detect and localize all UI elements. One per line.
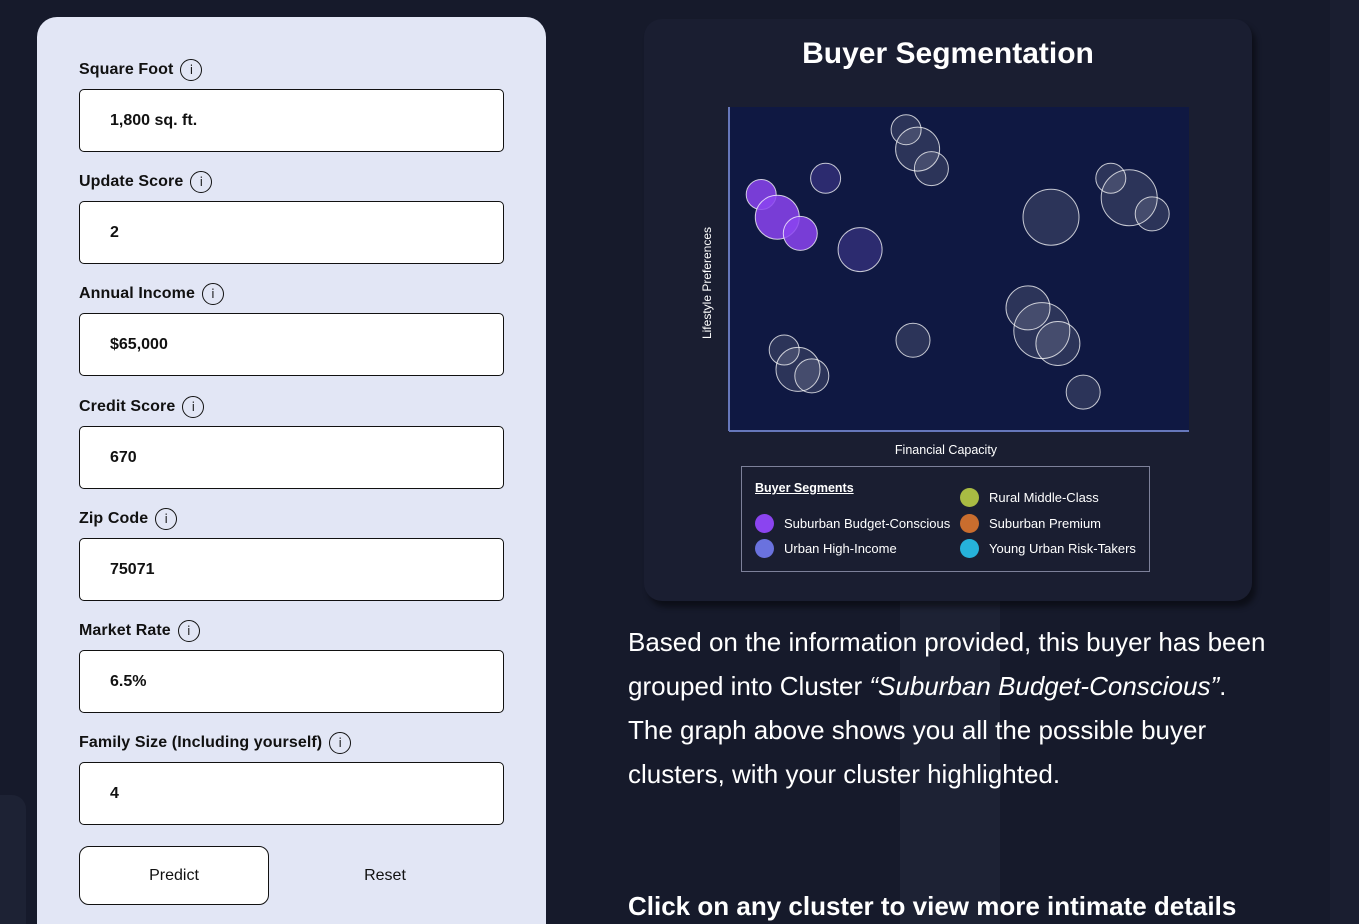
legend-item-young-urban-risk-takers[interactable]: Young Urban Risk-Takers (960, 539, 1136, 558)
cluster-point-12[interactable] (1134, 196, 1170, 232)
scatter-chart: Financial Capacity Lifestyle Preferences (700, 107, 1189, 457)
info-icon[interactable]: i (177, 620, 200, 642)
cluster-point-20[interactable] (1065, 374, 1101, 410)
square-foot-label: Square Foot (79, 61, 174, 78)
cluster-point-13[interactable] (895, 322, 931, 358)
market-rate-input[interactable] (79, 650, 504, 713)
buyer-info-form: Square Foot i Update Score i Annual Inco… (37, 17, 546, 924)
field-square-foot: Square Foot i (79, 58, 504, 152)
annual-income-label: Annual Income (79, 285, 195, 302)
legend-dot-icon (960, 514, 979, 533)
y-axis-label: Lifestyle Preferences (700, 227, 714, 339)
family-size-label: Family Size (Including yourself) (79, 734, 323, 751)
info-icon[interactable]: i (190, 171, 213, 193)
legend: Buyer Segments Suburban Budget-Conscious… (741, 466, 1150, 572)
legend-label: Suburban Budget-Conscious (784, 516, 951, 531)
cluster-point-8[interactable] (913, 151, 949, 187)
square-foot-input[interactable] (79, 89, 504, 152)
field-zip-code: Zip Code i (79, 507, 504, 601)
legend-label: Suburban Premium (989, 516, 1101, 531)
field-annual-income: Annual Income i (79, 282, 504, 376)
cluster-description: Based on the information provided, this … (628, 620, 1268, 796)
cluster-point-4[interactable] (810, 162, 842, 194)
x-axis-label: Financial Capacity (895, 443, 998, 457)
family-size-input[interactable] (79, 762, 504, 825)
cluster-point-3[interactable] (782, 215, 818, 251)
zip-code-input[interactable] (79, 538, 504, 601)
legend-item-urban-high-income[interactable]: Urban High-Income (755, 539, 897, 558)
field-family-size: Family Size (Including yourself) i (79, 731, 504, 825)
reset-button[interactable]: Reset (337, 846, 433, 905)
buyer-segmentation-card: Buyer Segmentation Financial Capacity Li… (644, 19, 1252, 601)
annual-income-input[interactable] (79, 313, 504, 376)
cluster-name: “Suburban Budget-Conscious” (869, 671, 1220, 701)
legend-label: Urban High-Income (784, 541, 897, 556)
market-rate-label: Market Rate (79, 622, 171, 639)
legend-dot-icon (960, 488, 979, 507)
credit-score-input[interactable] (79, 426, 504, 489)
legend-title: Buyer Segments (755, 481, 854, 495)
field-credit-score: Credit Score i (79, 395, 504, 489)
zip-code-label: Zip Code (79, 510, 149, 527)
legend-dot-icon (960, 539, 979, 558)
cluster-point-9[interactable] (1022, 188, 1080, 246)
legend-dot-icon (755, 514, 774, 533)
legend-item-suburban-premium[interactable]: Suburban Premium (960, 514, 1101, 533)
background-strip-right (1330, 0, 1359, 924)
cluster-point-19[interactable] (1035, 321, 1081, 366)
legend-label: Young Urban Risk-Takers (989, 541, 1136, 556)
info-icon[interactable]: i (201, 283, 224, 305)
cluster-cta: Click on any cluster to view more intima… (628, 891, 1237, 921)
update-score-label: Update Score (79, 173, 184, 190)
legend-label: Rural Middle-Class (989, 490, 1099, 505)
predict-button[interactable]: Predict (79, 846, 269, 905)
legend-dot-icon (755, 539, 774, 558)
info-icon[interactable]: i (329, 732, 352, 754)
info-icon[interactable]: i (180, 59, 203, 81)
cluster-point-5[interactable] (837, 227, 883, 273)
field-market-rate: Market Rate i (79, 619, 504, 713)
cluster-point-16[interactable] (794, 358, 830, 394)
info-icon[interactable]: i (155, 508, 178, 530)
background-strip-left (0, 795, 26, 924)
info-icon[interactable]: i (182, 396, 205, 418)
credit-score-label: Credit Score (79, 398, 176, 415)
field-update-score: Update Score i (79, 170, 504, 264)
update-score-input[interactable] (79, 201, 504, 264)
legend-item-suburban-budget-conscious[interactable]: Suburban Budget-Conscious (755, 514, 950, 533)
legend-item-rural-middle-class[interactable]: Rural Middle-Class (960, 488, 1099, 507)
